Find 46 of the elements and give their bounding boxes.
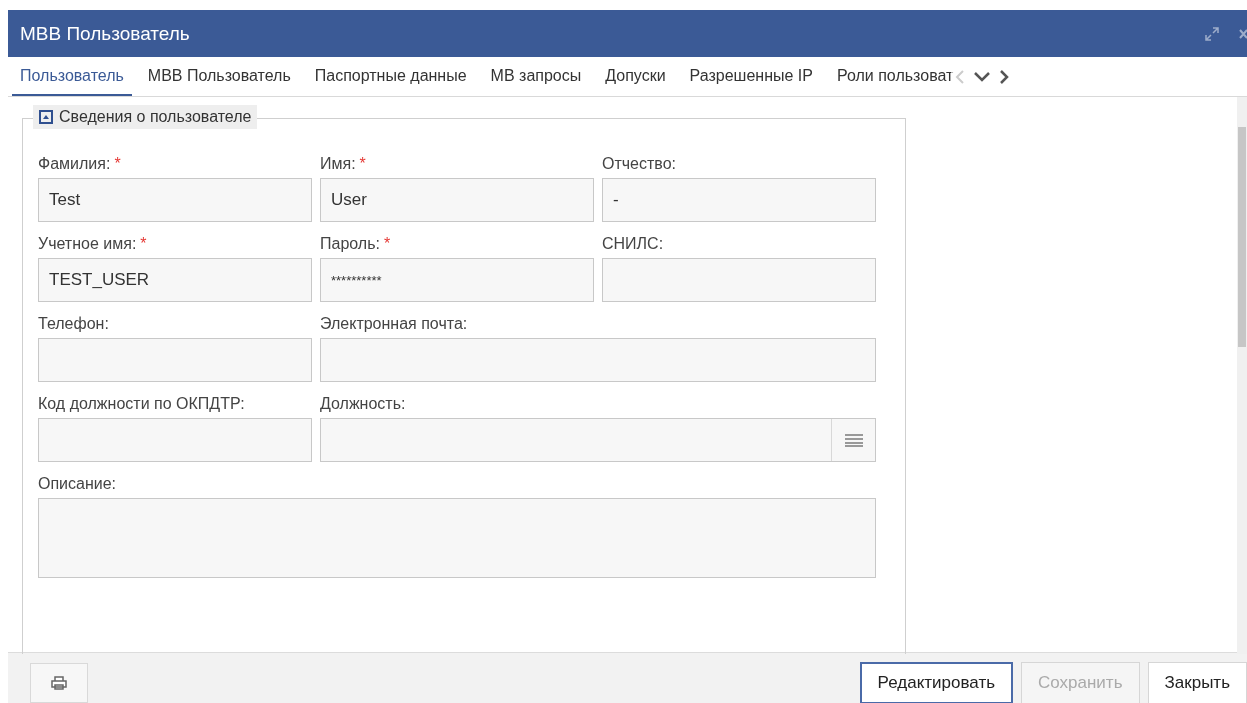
- tab[interactable]: Паспортные данные: [306, 57, 475, 96]
- field-label: Отчество:: [602, 155, 676, 174]
- required-mark: *: [359, 155, 366, 174]
- action-button[interactable]: Редактировать: [859, 662, 1014, 703]
- tab[interactable]: МВ запросы: [482, 57, 590, 96]
- required-mark: *: [140, 235, 147, 254]
- field-label: Код должности по ОКПДТР:: [38, 395, 245, 414]
- scrollbar[interactable]: [1237, 97, 1247, 654]
- input-field[interactable]: Test: [38, 178, 312, 222]
- field-label: Электронная почта:: [320, 315, 468, 334]
- lookup-field[interactable]: [320, 418, 876, 462]
- input-field[interactable]: -: [602, 178, 876, 222]
- tab[interactable]: МВВ Пользователь: [139, 57, 299, 96]
- input-field[interactable]: TEST_USER: [38, 258, 312, 302]
- chevron-left-icon[interactable]: [955, 68, 966, 85]
- field-label: Описание:: [38, 475, 117, 494]
- chevron-down-icon[interactable]: [973, 70, 992, 83]
- field-label: СНИЛС:: [602, 235, 664, 254]
- collapse-icon[interactable]: [39, 110, 53, 124]
- action-button[interactable]: Закрыть: [1147, 662, 1247, 703]
- text-area[interactable]: [38, 498, 876, 578]
- tab[interactable]: Пользователь: [12, 57, 132, 96]
- close-icon[interactable]: [1239, 27, 1247, 40]
- field-label: Телефон:: [38, 315, 109, 334]
- field-label: Имя:: [320, 155, 356, 174]
- expand-icon[interactable]: [1205, 26, 1219, 41]
- tab[interactable]: Роли пользоват: [828, 57, 962, 96]
- tab[interactable]: Допуски: [597, 57, 674, 96]
- input-field[interactable]: [602, 258, 876, 302]
- field-label: Должность:: [320, 395, 406, 414]
- tab[interactable]: Разрешенные IP: [681, 57, 821, 96]
- required-mark: *: [383, 235, 391, 254]
- field-label: Фамилия:: [38, 155, 111, 174]
- password-field[interactable]: **********: [320, 258, 594, 302]
- input-field[interactable]: [38, 338, 312, 382]
- section-title: Сведения о пользователе: [59, 108, 252, 126]
- input-field[interactable]: [38, 418, 312, 462]
- print-button[interactable]: [30, 663, 88, 703]
- required-mark: *: [114, 155, 121, 174]
- field-label: Пароль:: [320, 235, 380, 254]
- input-field[interactable]: [320, 338, 876, 382]
- field-label: Учетное имя:: [38, 235, 137, 254]
- input-field[interactable]: User: [320, 178, 594, 222]
- printer-icon: [51, 676, 67, 690]
- window-title: МВВ Пользователь: [20, 22, 191, 45]
- chevron-right-icon[interactable]: [999, 68, 1010, 85]
